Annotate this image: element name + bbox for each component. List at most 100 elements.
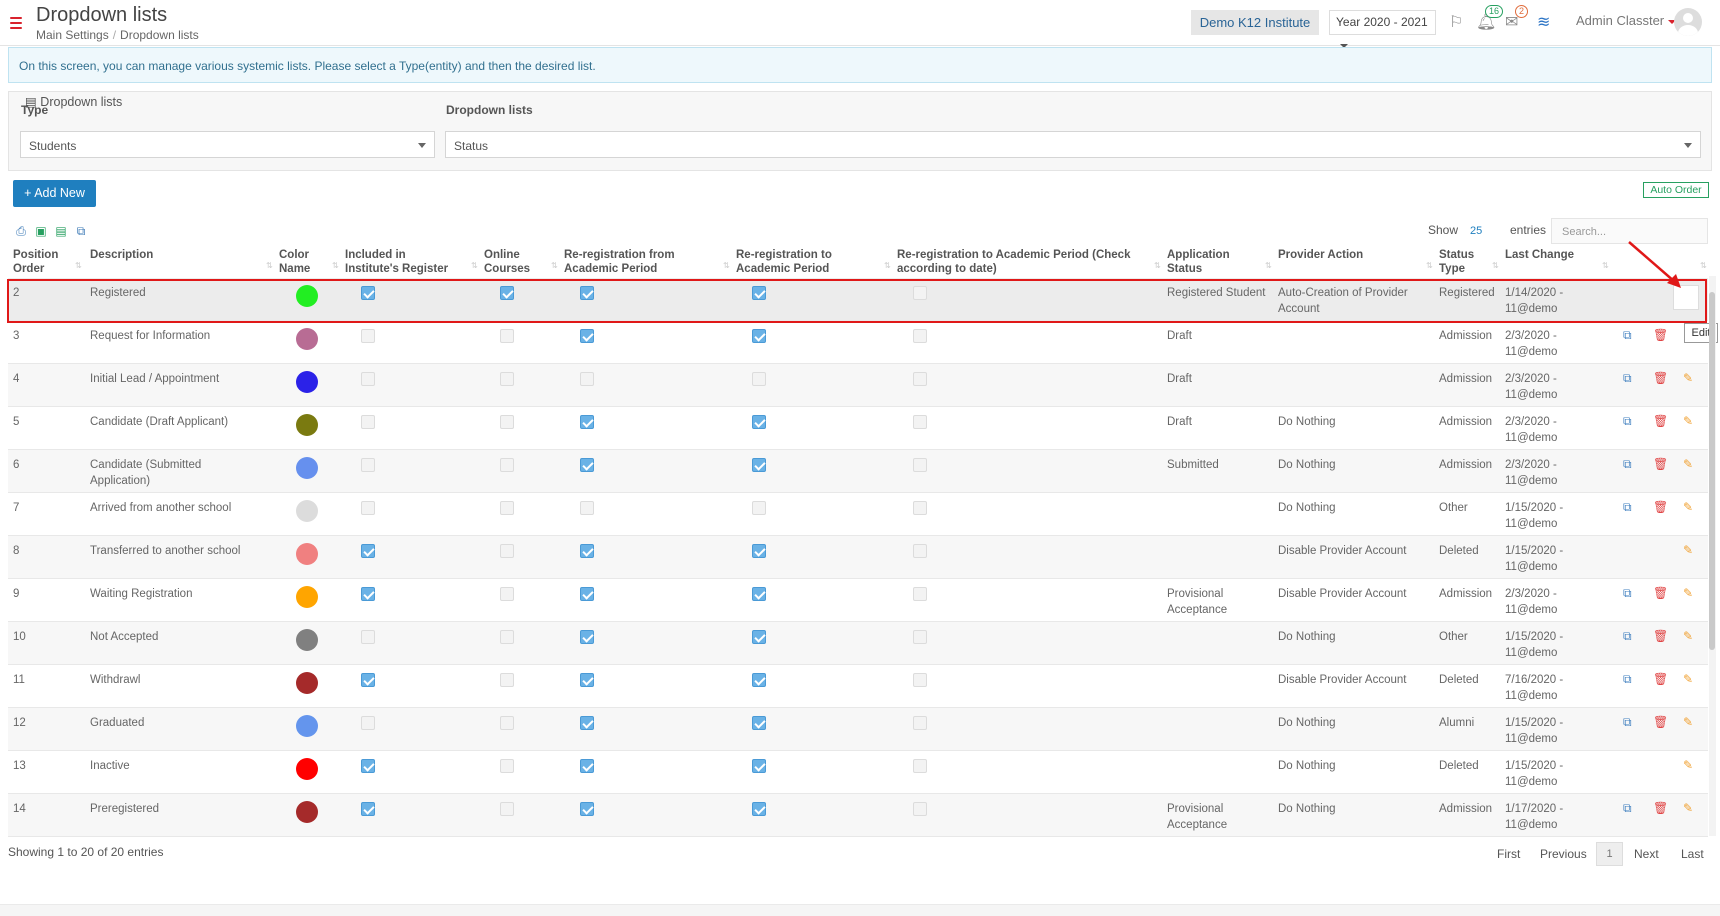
trash-icon[interactable]: 🗑︎ (1653, 629, 1668, 643)
trash-icon[interactable]: 🗑︎ (1653, 801, 1668, 815)
rereg-check-checkbox[interactable] (913, 372, 927, 386)
online-courses-checkbox[interactable] (500, 716, 514, 730)
included-register-checkbox[interactable] (361, 415, 375, 429)
edit-icon[interactable]: ✎ (1683, 586, 1693, 600)
edit-icon[interactable]: ✎ (1683, 715, 1693, 729)
rereg-check-checkbox[interactable] (913, 415, 927, 429)
duplicate-icon[interactable]: ⧉ (1623, 457, 1632, 472)
rereg-check-checkbox[interactable] (913, 329, 927, 343)
rereg-from-checkbox[interactable] (580, 286, 594, 300)
rereg-from-checkbox[interactable] (580, 544, 594, 558)
avatar[interactable] (1674, 8, 1702, 36)
rereg-to-checkbox[interactable] (752, 759, 766, 773)
table-row[interactable]: 2 Registered Registered Student Auto-Creati… (8, 278, 1708, 321)
sort-icon[interactable]: ⇅ (332, 261, 339, 270)
rereg-from-checkbox[interactable] (580, 630, 594, 644)
trash-icon[interactable]: 🗑︎ (1653, 715, 1668, 729)
rereg-from-checkbox[interactable] (580, 415, 594, 429)
sort-icon[interactable]: ⇅ (266, 261, 273, 270)
table-row[interactable]: 3 Request for Information Draft Admission 2/… (8, 321, 1708, 364)
edit-icon[interactable]: ✎ (1683, 500, 1693, 514)
duplicate-icon[interactable]: ⧉ (1623, 371, 1632, 386)
auto-order-button[interactable]: Auto Order (1643, 182, 1709, 198)
online-courses-checkbox[interactable] (500, 372, 514, 386)
sort-icon[interactable]: ⇅ (884, 261, 891, 270)
included-register-checkbox[interactable] (361, 802, 375, 816)
online-courses-checkbox[interactable] (500, 544, 514, 558)
rereg-from-checkbox[interactable] (580, 673, 594, 687)
rereg-from-checkbox[interactable] (580, 501, 594, 515)
rereg-check-checkbox[interactable] (913, 587, 927, 601)
included-register-checkbox[interactable] (361, 759, 375, 773)
rereg-from-checkbox[interactable] (580, 587, 594, 601)
table-row[interactable]: 6 Candidate (Submitted Application) Submit… (8, 450, 1708, 493)
table-row[interactable]: 8 Transferred to another school Disable Pr… (8, 536, 1708, 579)
duplicate-icon[interactable]: ⧉ (1623, 328, 1632, 343)
rereg-to-checkbox[interactable] (752, 544, 766, 558)
included-register-checkbox[interactable] (361, 286, 375, 300)
edit-icon[interactable]: ✎ (1683, 629, 1693, 643)
rereg-to-checkbox[interactable] (752, 630, 766, 644)
table-row[interactable]: 13 Inactive Do Nothing Deleted 1/15/2020 - 1… (8, 751, 1708, 794)
table-row[interactable]: 14 Preregistered Provisional Acceptance Do … (8, 794, 1708, 837)
col-included-register[interactable]: Included in Institute's Register (345, 248, 460, 276)
rereg-to-checkbox[interactable] (752, 716, 766, 730)
dropdown-list-select[interactable]: Status (445, 131, 1701, 158)
duplicate-icon[interactable]: ⧉ (1623, 801, 1632, 816)
col-position-order[interactable]: Position Order (13, 248, 68, 276)
pager-last[interactable]: Last (1681, 847, 1704, 861)
rereg-to-checkbox[interactable] (752, 673, 766, 687)
sort-icon[interactable]: ⇅ (1265, 261, 1272, 270)
sort-icon[interactable]: ⇅ (1602, 261, 1609, 270)
col-rereg-to[interactable]: Re-registration to Academic Period (736, 248, 888, 276)
rereg-from-checkbox[interactable] (580, 372, 594, 386)
included-register-checkbox[interactable] (361, 329, 375, 343)
layers-icon[interactable]: ≋ (1537, 12, 1550, 32)
sort-icon[interactable]: ⇅ (471, 261, 478, 270)
rereg-to-checkbox[interactable] (752, 372, 766, 386)
table-row[interactable]: 10 Not Accepted Do Nothing Other 1/15/2020 -… (8, 622, 1708, 665)
rereg-from-checkbox[interactable] (580, 759, 594, 773)
menu-icon[interactable] (10, 17, 22, 29)
online-courses-checkbox[interactable] (500, 759, 514, 773)
rereg-check-checkbox[interactable] (913, 630, 927, 644)
type-select[interactable]: Students (20, 131, 435, 158)
col-description[interactable]: Description (90, 248, 250, 262)
rereg-check-checkbox[interactable] (913, 501, 927, 515)
col-rereg-from[interactable]: Re-registration from Academic Period (564, 248, 724, 276)
online-courses-checkbox[interactable] (500, 415, 514, 429)
edit-icon[interactable]: ✎ (1683, 371, 1693, 385)
user-menu[interactable]: Admin Classter (1576, 13, 1677, 28)
table-row[interactable]: 12 Graduated Do Nothing Alumni 1/15/2020 - 1… (8, 708, 1708, 751)
online-courses-checkbox[interactable] (500, 286, 514, 300)
pager-first[interactable]: First (1497, 847, 1520, 861)
sort-icon[interactable]: ⇅ (551, 261, 558, 270)
trash-icon[interactable]: 🗑︎ (1653, 500, 1668, 514)
add-new-button[interactable]: + Add New (13, 180, 96, 207)
online-courses-checkbox[interactable] (500, 329, 514, 343)
included-register-checkbox[interactable] (361, 673, 375, 687)
col-color-name[interactable]: Color Name (279, 248, 319, 276)
sort-icon[interactable]: ⇅ (1426, 261, 1433, 270)
rereg-to-checkbox[interactable] (752, 286, 766, 300)
sort-icon[interactable]: ⇅ (1492, 261, 1499, 270)
pager-next[interactable]: Next (1634, 847, 1659, 861)
online-courses-checkbox[interactable] (500, 802, 514, 816)
rereg-to-checkbox[interactable] (752, 329, 766, 343)
rereg-to-checkbox[interactable] (752, 458, 766, 472)
rereg-to-checkbox[interactable] (752, 501, 766, 515)
rereg-check-checkbox[interactable] (913, 286, 927, 300)
included-register-checkbox[interactable] (361, 716, 375, 730)
rereg-from-checkbox[interactable] (580, 329, 594, 343)
excel-icon[interactable]: ▣ (34, 224, 48, 238)
scrollbar-thumb[interactable] (1709, 292, 1715, 650)
included-register-checkbox[interactable] (361, 587, 375, 601)
online-courses-checkbox[interactable] (500, 587, 514, 601)
duplicate-icon[interactable]: ⧉ (1623, 629, 1632, 644)
rereg-check-checkbox[interactable] (913, 802, 927, 816)
trash-icon[interactable]: 🗑︎ (1653, 457, 1668, 471)
edit-icon[interactable]: ✎ (1683, 758, 1693, 772)
entries-select[interactable]: 25 (1470, 225, 1482, 237)
trash-icon[interactable]: 🗑︎ (1653, 672, 1668, 686)
included-register-checkbox[interactable] (361, 544, 375, 558)
